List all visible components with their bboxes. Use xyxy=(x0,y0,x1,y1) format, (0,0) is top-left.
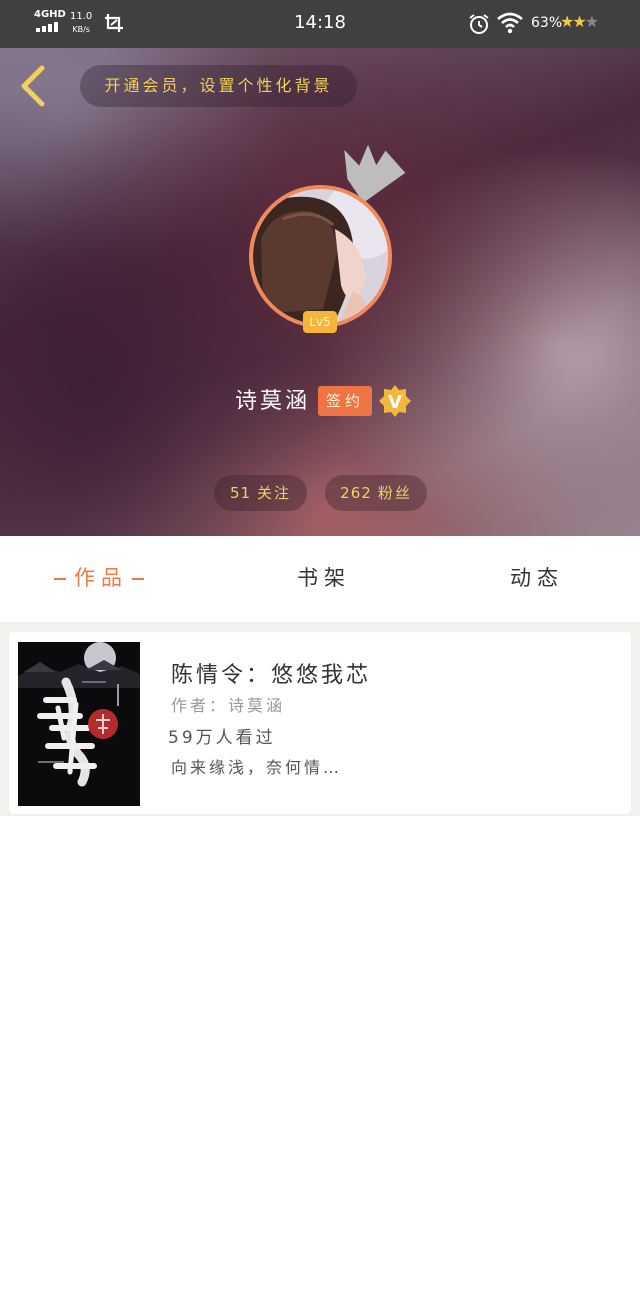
book-title[interactable]: 陈情令：悠悠我芯 xyxy=(171,657,371,689)
star-icon: ★★★ xyxy=(560,12,599,31)
network-type: 4GHD xyxy=(34,9,66,20)
clock: 14:18 xyxy=(294,12,346,33)
section-divider xyxy=(0,622,640,632)
tab-activity[interactable]: 动态 xyxy=(510,562,564,592)
list-item[interactable]: 陈情令：悠悠我芯 作者：诗莫涵 59万人看过 向来缘浅，奈何情… xyxy=(9,632,631,814)
tab-works-label: 作品 xyxy=(74,566,128,590)
tab-works[interactable]: 作品 xyxy=(50,562,152,592)
signed-badge: 签约 xyxy=(318,386,372,416)
chevron-left-icon[interactable] xyxy=(16,64,52,108)
fans-stat[interactable]: 262 粉丝 xyxy=(325,475,427,511)
profile-header: 开通会员，设置个性化背景 Lv5 诗莫涵 签约 V 51 关注 262 粉丝 xyxy=(0,48,640,536)
avatar[interactable] xyxy=(249,185,392,328)
level-badge: Lv5 xyxy=(303,311,337,333)
status-bar: 4GHD 11.0 KB/s 14:18 63% ★★★ xyxy=(0,0,640,48)
avatar-image xyxy=(253,189,388,324)
book-cover-image[interactable] xyxy=(18,642,140,806)
speed-value: 11.0 xyxy=(70,11,93,22)
username: 诗莫涵 xyxy=(234,389,310,414)
following-label: 关注 xyxy=(257,484,292,502)
works-list: 陈情令：悠悠我芯 作者：诗莫涵 59万人看过 向来缘浅，奈何情… xyxy=(0,632,640,816)
book-views: 59万人看过 xyxy=(168,728,276,748)
network-speed: 11.0 KB/s xyxy=(70,10,92,36)
following-count: 51 xyxy=(229,484,252,502)
vip-background-button[interactable]: 开通会员，设置个性化背景 xyxy=(80,65,357,107)
tab-indicator-left xyxy=(54,578,66,580)
following-stat[interactable]: 51 关注 xyxy=(214,475,307,511)
book-description: 向来缘浅，奈何情… xyxy=(171,758,343,777)
verified-mark: V xyxy=(388,392,402,413)
fans-label: 粉丝 xyxy=(377,484,412,502)
book-author: 作者：诗莫涵 xyxy=(171,696,286,715)
signal-icon xyxy=(36,22,58,32)
wifi-icon xyxy=(497,12,523,34)
verified-icon: V xyxy=(379,385,411,417)
fans-count: 262 xyxy=(340,484,372,502)
tab-bookshelf[interactable]: 书架 xyxy=(297,562,351,592)
speed-unit: KB/s xyxy=(72,25,90,34)
screenshot-icon xyxy=(105,14,123,32)
battery-level: 63% xyxy=(531,15,563,31)
alarm-icon xyxy=(469,14,489,34)
profile-tabs: 作品 书架 动态 xyxy=(0,536,640,622)
tab-indicator-right xyxy=(132,578,144,580)
